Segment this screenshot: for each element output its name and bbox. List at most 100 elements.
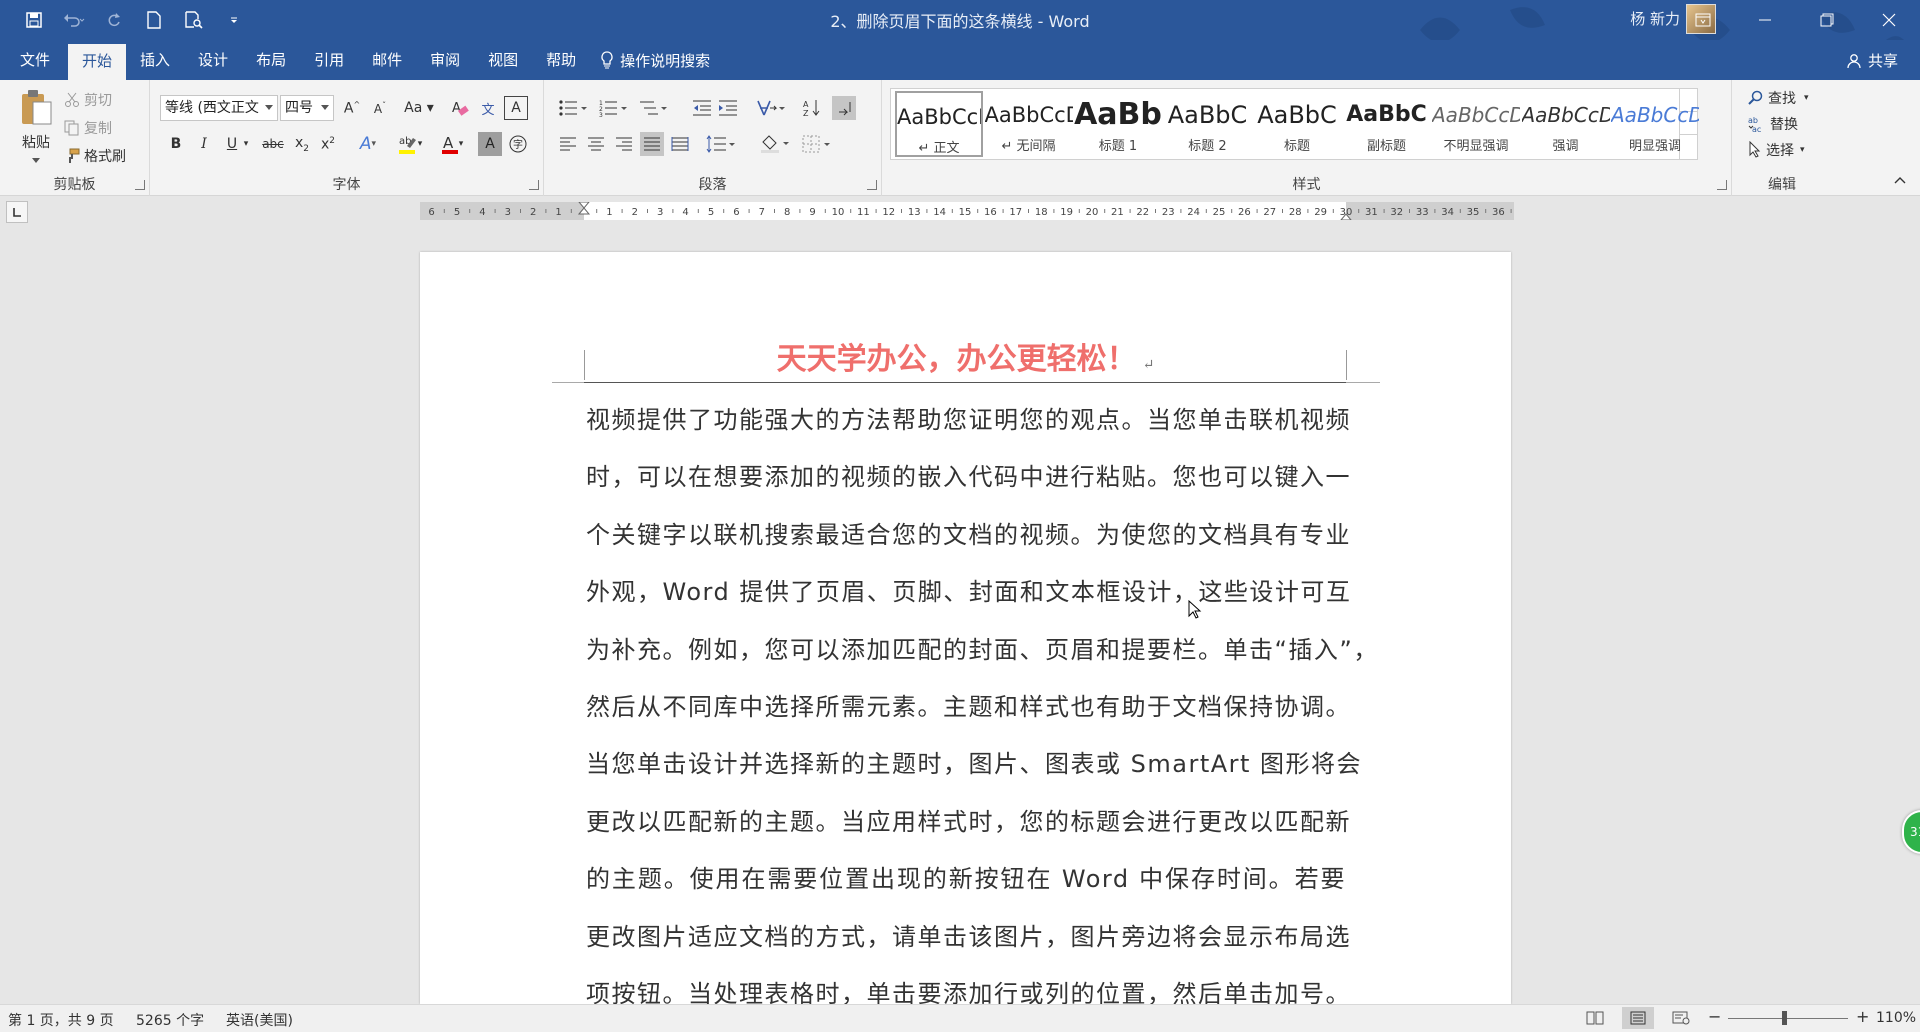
style-item-6[interactable]: AaBbCcDd 不明显强调 (1432, 91, 1520, 157)
align-left-button[interactable] (556, 132, 580, 156)
font-name-combo[interactable]: 等线 (西文正文 (160, 95, 278, 121)
zoom-level[interactable]: 110% (1876, 1010, 1916, 1026)
tab-4[interactable]: 布局 (242, 40, 300, 80)
replace-button[interactable]: ab ac 替换 (1748, 114, 1798, 134)
sort-button[interactable]: AZ (800, 96, 824, 120)
share-button[interactable]: 共享 (1846, 50, 1898, 71)
zoom-slider[interactable] (1728, 1018, 1848, 1019)
paragraph-dialog-launcher[interactable] (867, 180, 877, 190)
zoom-in-button[interactable]: + (1856, 1007, 1869, 1026)
text-line[interactable]: 更改图片适应文档的方式，请单击该图片，图片旁边将会显示布局选 (586, 909, 1350, 966)
tab-1[interactable]: 开始 (68, 44, 127, 80)
style-item-4[interactable]: AaBbC 标题 (1253, 91, 1341, 157)
read-mode-button[interactable] (1586, 1011, 1604, 1029)
styles-dialog-launcher[interactable] (1717, 180, 1727, 190)
align-right-button[interactable] (612, 132, 636, 156)
style-item-8[interactable]: AaBbCcDd 明显强调 (1611, 91, 1699, 157)
style-item-1[interactable]: AaBbCcDd ↵ 无间隔 (985, 91, 1073, 157)
text-line[interactable]: 个关键字以联机搜索最适合您的文档的视频。为使您的文档具有专业 (586, 507, 1350, 564)
zoom-slider-thumb[interactable] (1782, 1011, 1787, 1025)
paste-button[interactable]: 粘贴 (14, 88, 58, 152)
document-page[interactable]: 天天学办公，办公更轻松！ ↵ 视频提供了功能强大的方法帮助您证明您的观点。当您单击… (420, 252, 1511, 1004)
change-case-button[interactable]: Aa ▾ (402, 96, 436, 120)
tell-me-search[interactable]: 操作说明搜索 (590, 40, 710, 80)
bullets-button[interactable] (556, 96, 590, 120)
strikethrough-button[interactable]: abc (258, 132, 288, 156)
tab-6[interactable]: 邮件 (358, 40, 416, 80)
tab-8[interactable]: 视图 (474, 40, 532, 80)
chinese-layout-button[interactable] (754, 96, 788, 120)
clipboard-dialog-launcher[interactable] (135, 180, 145, 190)
text-line[interactable]: 然后从不同库中选择所需元素。主题和样式也有助于文档保持协调。 (586, 679, 1350, 736)
justify-button[interactable] (640, 132, 664, 156)
text-line[interactable]: 更改以匹配新的主题。当应用样式时，您的标题会进行更改以匹配新 (586, 794, 1350, 851)
align-center-button[interactable] (584, 132, 608, 156)
character-shading-button[interactable]: A (478, 132, 502, 156)
phonetic-guide-button[interactable]: 文 (476, 96, 500, 120)
select-button[interactable]: 选择 ▾ (1748, 140, 1805, 160)
text-line[interactable]: 外观，Word 提供了页眉、页脚、封面和文本框设计，这些设计可互 (586, 564, 1350, 621)
style-item-7[interactable]: AaBbCcDd 强调 (1522, 91, 1610, 157)
bold-button[interactable]: B (164, 132, 188, 156)
line-spacing-button[interactable] (704, 132, 738, 156)
tab-9[interactable]: 帮助 (532, 40, 590, 80)
language[interactable]: 英语(美国) (226, 1010, 293, 1030)
close-button[interactable] (1858, 0, 1920, 40)
tab-5[interactable]: 引用 (300, 40, 358, 80)
text-line[interactable]: 视频提供了功能强大的方法帮助您证明您的观点。当您单击联机视频 (586, 392, 1350, 449)
left-indent-marker[interactable] (577, 202, 591, 215)
decrease-indent-button[interactable] (690, 96, 714, 120)
grow-font-button[interactable]: A^ (340, 96, 364, 120)
word-count[interactable]: 5265 个字 (136, 1010, 204, 1030)
text-line[interactable]: 项按钮。当处理表格时，单击要添加行或列的位置，然后单击加号。 (586, 966, 1350, 1004)
cut-button[interactable]: 剪切 (64, 90, 112, 110)
page-count[interactable]: 第 1 页，共 9 页 (8, 1010, 114, 1030)
style-item-5[interactable]: AaBbC 副标题 (1343, 91, 1431, 157)
collapse-ribbon-button[interactable] (1894, 176, 1906, 184)
enclose-characters-button[interactable]: 字 (506, 132, 530, 156)
italic-button[interactable]: I (192, 132, 216, 156)
increase-indent-button[interactable] (716, 96, 740, 120)
tab-7[interactable]: 审阅 (416, 40, 474, 80)
minimize-button[interactable] (1734, 0, 1796, 40)
multilevel-list-button[interactable] (636, 96, 670, 120)
header-border-line[interactable] (584, 382, 1346, 383)
tab-3[interactable]: 设计 (184, 40, 242, 80)
restore-button[interactable] (1796, 0, 1858, 40)
ribbon-display-options-button[interactable] (1672, 0, 1734, 40)
copy-button[interactable]: 复制 (64, 118, 112, 138)
text-line[interactable]: 当您单击设计并选择新的主题时，图片、图表或 SmartArt 图形将会 (586, 736, 1361, 793)
text-line[interactable]: 时，可以在想要添加的视频的嵌入代码中进行粘贴。您也可以键入一 (586, 449, 1350, 506)
underline-options-button[interactable]: ▾ (240, 132, 252, 156)
tab-selector[interactable] (6, 201, 28, 223)
text-line[interactable]: 的主题。使用在需要位置出现的新按钮在 Word 中保存时间。若要 (586, 851, 1346, 908)
print-layout-button[interactable] (1622, 1007, 1654, 1029)
text-effects-button[interactable]: A ▾ (352, 132, 384, 156)
show-formatting-marks-button[interactable] (832, 96, 856, 120)
font-dialog-launcher[interactable] (529, 180, 539, 190)
shrink-font-button[interactable]: Aˇ (368, 96, 392, 120)
shading-button[interactable] (758, 132, 792, 156)
paste-options-button[interactable] (32, 158, 40, 164)
font-size-combo[interactable]: 四号 (280, 95, 334, 121)
superscript-button[interactable]: x2 (316, 132, 340, 156)
style-item-3[interactable]: AaBbC 标题 2 (1164, 91, 1252, 157)
page-header[interactable]: 天天学办公，办公更轻松！ ↵ (420, 252, 1511, 383)
horizontal-ruler[interactable]: 6 5 4 3 2 1 1 2 3 4 5 6 7 8 9 10 11 12 13 14 15 16 17 18 19 20 21 2… (420, 202, 1514, 220)
tab-2[interactable]: 插入 (126, 40, 184, 80)
borders-button[interactable] (800, 132, 834, 156)
subscript-button[interactable]: x2 (290, 132, 314, 156)
header-text[interactable]: 天天学办公，办公更轻松！ ↵ (420, 334, 1511, 378)
zoom-out-button[interactable]: − (1708, 1007, 1721, 1026)
distributed-button[interactable] (668, 132, 692, 156)
clear-formatting-button[interactable]: A (448, 96, 472, 120)
highlight-color-button[interactable]: ab ▾ (394, 132, 426, 156)
numbering-button[interactable]: 123 (596, 96, 630, 120)
style-item-2[interactable]: AaBb 标题 1 (1074, 91, 1162, 157)
web-layout-button[interactable] (1672, 1011, 1690, 1029)
tab-0[interactable]: 文件 (0, 40, 68, 80)
format-painter-button[interactable]: 格式刷 (64, 146, 126, 166)
character-border-button[interactable]: A (504, 96, 528, 120)
find-button[interactable]: 查找 ▾ (1748, 88, 1809, 108)
floating-badge[interactable]: 31 (1902, 810, 1920, 854)
